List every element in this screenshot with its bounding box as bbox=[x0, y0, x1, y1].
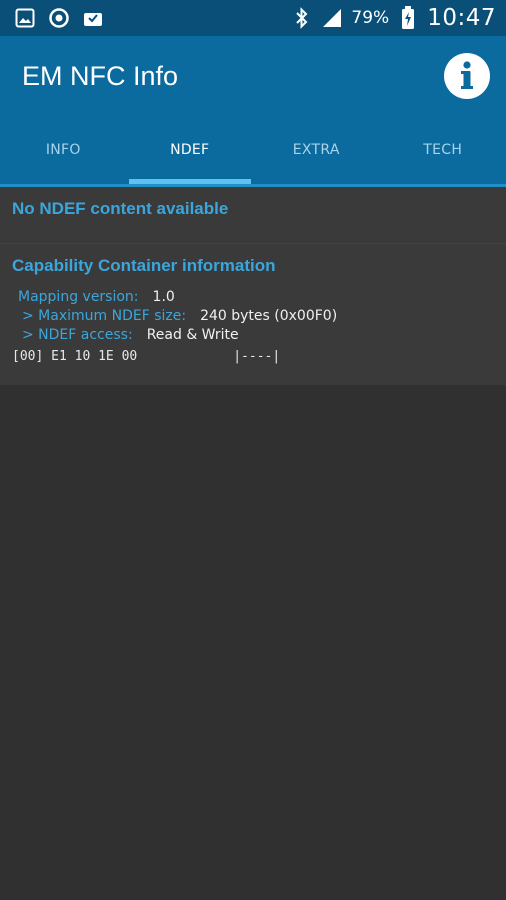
status-bar: 79% 10:47 bbox=[0, 0, 506, 36]
app-title: EM NFC Info bbox=[22, 60, 179, 91]
mapping-version-label: Mapping version: bbox=[18, 289, 139, 305]
battery-charging-icon bbox=[397, 6, 419, 29]
no-ndef-message: No NDEF content available bbox=[12, 199, 229, 218]
sync-icon bbox=[48, 7, 70, 29]
ndef-content: No NDEF content available Capability Con… bbox=[0, 187, 506, 385]
info-button[interactable] bbox=[444, 53, 490, 99]
tab-info[interactable]: INFO bbox=[0, 116, 127, 184]
mapping-version-value: 1.0 bbox=[152, 289, 175, 305]
access-label: > NDEF access: bbox=[22, 327, 133, 343]
hex-ascii: |----| bbox=[233, 349, 281, 364]
capability-title: Capability Container information bbox=[12, 256, 276, 275]
gallery-icon bbox=[14, 7, 36, 29]
tab-ndef[interactable]: NDEF bbox=[127, 116, 254, 184]
max-size-row: > Maximum NDEF size: 240 bytes (0x00F0) bbox=[0, 307, 506, 326]
download-icon bbox=[82, 7, 104, 29]
signal-icon bbox=[321, 7, 343, 29]
bluetooth-icon bbox=[291, 7, 313, 29]
hex-bytes: [00] E1 10 1E 00 bbox=[12, 349, 138, 364]
tab-tech[interactable]: TECH bbox=[380, 116, 506, 184]
max-size-value: 240 bytes (0x00F0) bbox=[200, 308, 338, 324]
section-divider bbox=[0, 229, 506, 244]
access-value: Read & Write bbox=[146, 327, 239, 343]
info-icon bbox=[461, 61, 473, 89]
clock: 10:47 bbox=[427, 5, 496, 31]
mapping-version-row: Mapping version: 1.0 bbox=[0, 288, 506, 307]
tab-bar: INFO NDEF EXTRA TECH bbox=[0, 116, 506, 184]
access-row: > NDEF access: Read & Write bbox=[0, 326, 506, 345]
battery-percent: 79% bbox=[351, 8, 390, 28]
app-bar: EM NFC Info bbox=[0, 36, 506, 116]
max-size-label: > Maximum NDEF size: bbox=[22, 308, 187, 324]
hex-dump-row: [00] E1 10 1E 00 |----| bbox=[0, 345, 506, 375]
tab-extra[interactable]: EXTRA bbox=[253, 116, 380, 184]
